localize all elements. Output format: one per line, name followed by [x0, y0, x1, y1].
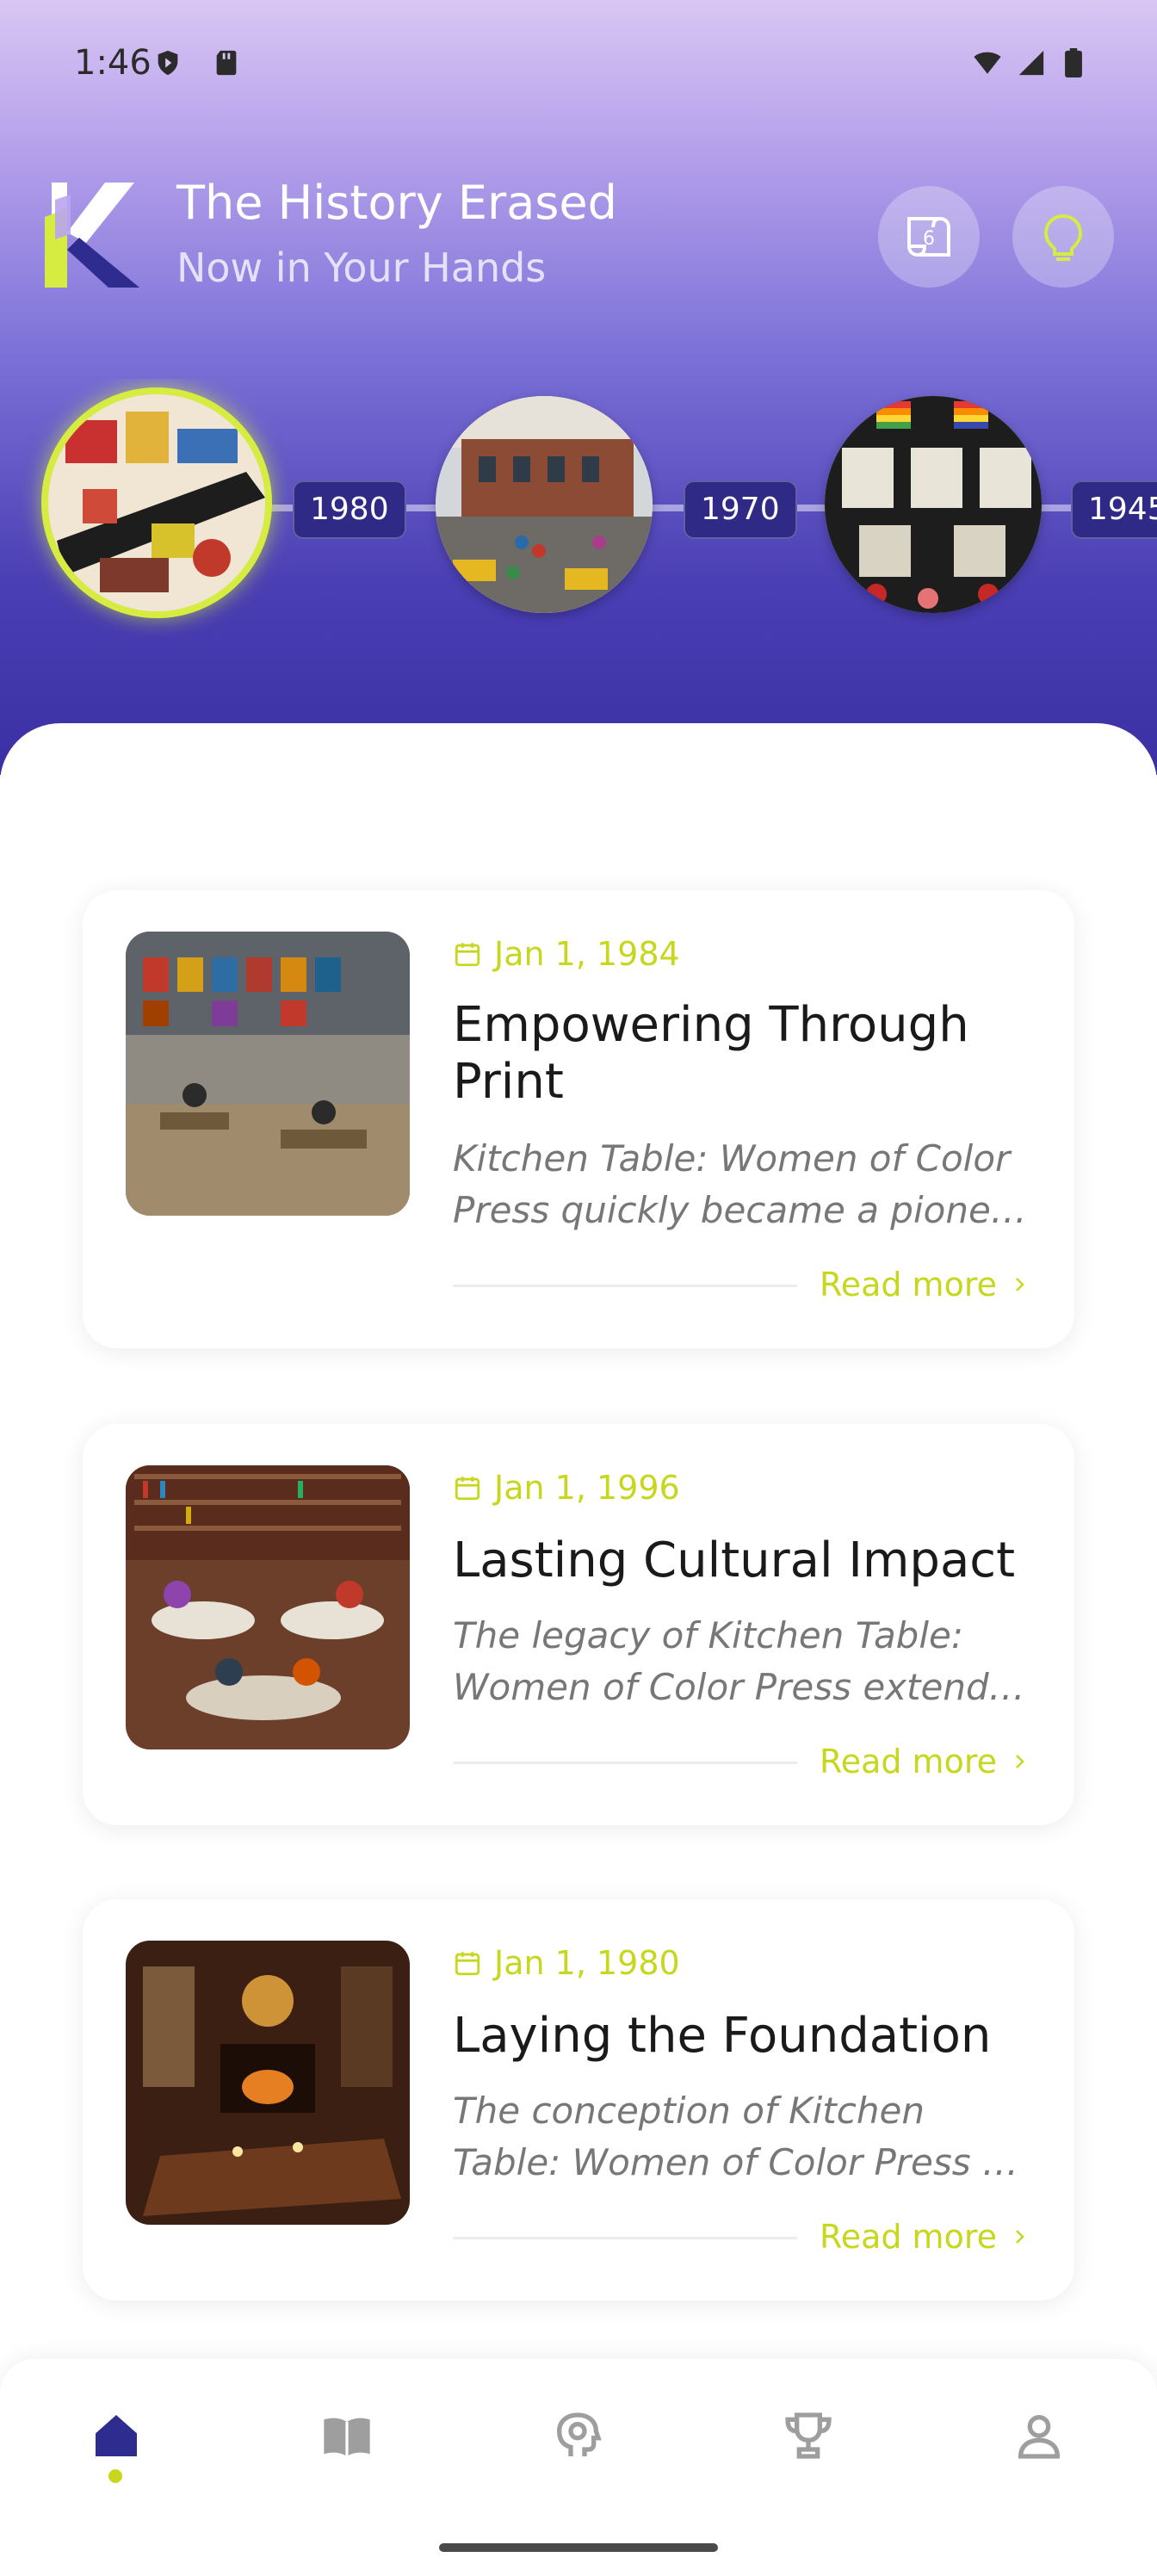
brain-icon — [556, 2412, 602, 2456]
story-thumbnail — [126, 1465, 410, 1749]
timeline-carousel[interactable]: 1980 1970 1945 — [0, 379, 1157, 637]
app-title: The History Erased — [176, 176, 617, 230]
chevron-right-icon — [1016, 2230, 1024, 2244]
chevron-right-icon — [1016, 1755, 1024, 1768]
bottom-navigation — [0, 2359, 1157, 2576]
read-more-label: Read more — [820, 2218, 997, 2256]
library-gathering-image — [126, 1465, 410, 1749]
calendar-icon — [455, 1477, 480, 1501]
trophy-icon — [785, 2412, 832, 2459]
timeline-node[interactable] — [436, 396, 653, 613]
read-more-link[interactable]: Read more — [820, 1266, 1030, 1303]
story-title: Laying the Foundation — [453, 2008, 992, 2064]
status-bar: 1:46 — [0, 0, 1157, 129]
story-excerpt: Kitchen Table: Women of Color Press quic… — [453, 1137, 1027, 1231]
status-time: 1:46 — [74, 43, 152, 83]
story-title: Lasting Cultural Impact — [453, 1533, 1016, 1588]
story-thumbnail — [126, 932, 410, 1216]
timeline-year-label[interactable]: 1980 — [293, 480, 406, 539]
app-subtitle: Now in Your Hands — [176, 245, 547, 291]
gesture-home-indicator[interactable] — [439, 2543, 718, 2552]
app-logo — [45, 183, 139, 288]
read-more-label: Read more — [820, 1743, 997, 1780]
read-more-link[interactable]: Read more — [820, 2218, 1030, 2256]
timeline-year-label[interactable]: 1970 — [684, 480, 797, 539]
scroll-count-button[interactable]: 6 — [878, 186, 980, 288]
scroll-icon: 6 — [907, 217, 950, 257]
chevron-right-icon — [1016, 1278, 1024, 1291]
story-card[interactable]: Jan 1, 1996 Lasting Cultural Impact The … — [83, 1424, 1074, 1825]
candlelit-room-image — [126, 1941, 410, 2225]
story-card[interactable]: Jan 1, 1984 Empowering Through Print Kit… — [83, 890, 1074, 1348]
nav-library[interactable] — [308, 2397, 386, 2474]
story-thumbnail — [126, 1941, 410, 2225]
story-date: Jan 1, 1984 — [453, 935, 680, 973]
story-date-text: Jan 1, 1980 — [494, 1944, 680, 1982]
wifi-icon — [974, 52, 1001, 74]
story-divider — [453, 1762, 797, 1764]
story-date-text: Jan 1, 1996 — [494, 1469, 680, 1507]
story-title: Empowering Through Print — [453, 997, 969, 1110]
story-date: Jan 1, 1980 — [453, 1944, 680, 1982]
nav-achievements[interactable] — [770, 2397, 847, 2474]
lightbulb-icon — [1043, 214, 1083, 261]
city-street-thumbnail — [436, 396, 653, 613]
print-shop-image — [126, 932, 410, 1216]
battery-icon — [1065, 48, 1082, 77]
timeline-node-active[interactable] — [41, 387, 272, 618]
nav-home[interactable] — [77, 2397, 155, 2474]
story-divider — [453, 1285, 797, 1287]
calendar-icon — [455, 943, 480, 967]
rainbow-flag-memorial-thumbnail — [825, 396, 1042, 613]
story-excerpt: The legacy of Kitchen Table: Women of Co… — [453, 1614, 1025, 1708]
nav-profile[interactable] — [1000, 2397, 1078, 2474]
story-date-text: Jan 1, 1984 — [494, 935, 680, 973]
profile-icon — [1018, 2415, 1061, 2459]
story-date: Jan 1, 1996 — [453, 1469, 680, 1507]
shield-icon — [158, 50, 178, 76]
read-more-label: Read more — [820, 1266, 997, 1303]
story-excerpt: The conception of Kitchen Table: Women o… — [453, 2090, 1018, 2183]
story-divider — [453, 2237, 797, 2239]
book-icon — [324, 2418, 370, 2456]
read-more-link[interactable]: Read more — [820, 1743, 1030, 1780]
signal-icon — [1018, 50, 1044, 76]
collage-poster-thumbnail — [48, 394, 265, 611]
nav-quiz[interactable] — [539, 2397, 616, 2474]
calendar-icon — [455, 1952, 480, 1976]
timeline-node[interactable] — [825, 396, 1042, 613]
home-icon — [96, 2415, 137, 2456]
scroll-count: 6 — [923, 228, 935, 250]
story-card[interactable]: Jan 1, 1980 Laying the Foundation The co… — [83, 1899, 1074, 2300]
sd-card-icon — [216, 50, 237, 76]
timeline-year-label[interactable]: 1945 — [1071, 480, 1157, 539]
tips-button[interactable] — [1012, 186, 1114, 288]
active-indicator — [108, 2469, 122, 2483]
